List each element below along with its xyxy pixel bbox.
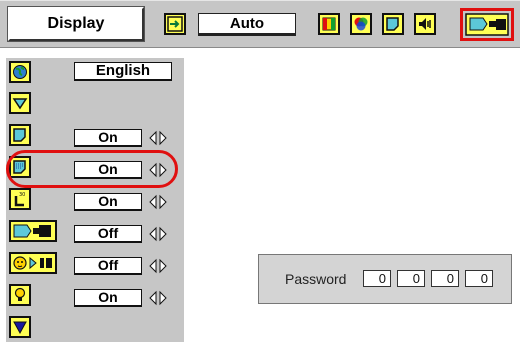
color-icon[interactable] bbox=[350, 13, 372, 35]
password-label: Password bbox=[285, 271, 347, 287]
lamp-control-value[interactable]: On bbox=[74, 289, 142, 307]
rear-value[interactable]: Off bbox=[74, 257, 142, 275]
adjust-arrows-icon[interactable] bbox=[147, 258, 169, 274]
display-menu-button[interactable]: Display bbox=[7, 6, 145, 42]
side-menu: English On On 30 On Off Off On bbox=[6, 58, 184, 342]
svg-text:30: 30 bbox=[19, 192, 25, 198]
language-value[interactable]: English bbox=[74, 62, 172, 81]
password-digit-3[interactable]: 0 bbox=[431, 270, 459, 287]
setting-icon bbox=[465, 13, 509, 36]
logo-icon[interactable]: 30 bbox=[9, 188, 31, 210]
adjust-arrows-icon[interactable] bbox=[147, 226, 169, 242]
screen-icon[interactable] bbox=[382, 13, 404, 35]
lamp-control-icon[interactable] bbox=[9, 284, 31, 306]
password-digit-4[interactable]: 0 bbox=[465, 270, 493, 287]
logo-value[interactable]: On bbox=[74, 193, 142, 211]
adjust-arrows-icon[interactable] bbox=[147, 130, 169, 146]
password-dialog: Password 0 0 0 0 bbox=[258, 254, 512, 304]
rear-icon[interactable] bbox=[9, 252, 57, 274]
sound-icon[interactable] bbox=[414, 13, 436, 35]
blue-back-value[interactable]: On bbox=[74, 129, 142, 147]
top-toolbar: Display Auto bbox=[0, 0, 520, 48]
ceiling-value[interactable]: Off bbox=[74, 225, 142, 243]
password-digit-2[interactable]: 0 bbox=[397, 270, 425, 287]
input-select-icon[interactable] bbox=[164, 13, 186, 35]
image-adjust-icon[interactable] bbox=[318, 13, 340, 35]
setting-tab-selected[interactable] bbox=[460, 8, 514, 41]
language-globe-icon[interactable] bbox=[9, 61, 31, 83]
input-mode-field[interactable]: Auto bbox=[198, 13, 296, 36]
blue-back-icon[interactable] bbox=[9, 124, 31, 146]
adjust-arrows-icon[interactable] bbox=[147, 194, 169, 210]
adjust-arrows-icon[interactable] bbox=[147, 290, 169, 306]
password-digit-1[interactable]: 0 bbox=[363, 270, 391, 287]
scroll-up-icon[interactable] bbox=[9, 92, 31, 114]
selection-highlight bbox=[6, 150, 178, 188]
ceiling-icon[interactable] bbox=[9, 220, 57, 242]
scroll-down-icon[interactable] bbox=[9, 316, 31, 338]
